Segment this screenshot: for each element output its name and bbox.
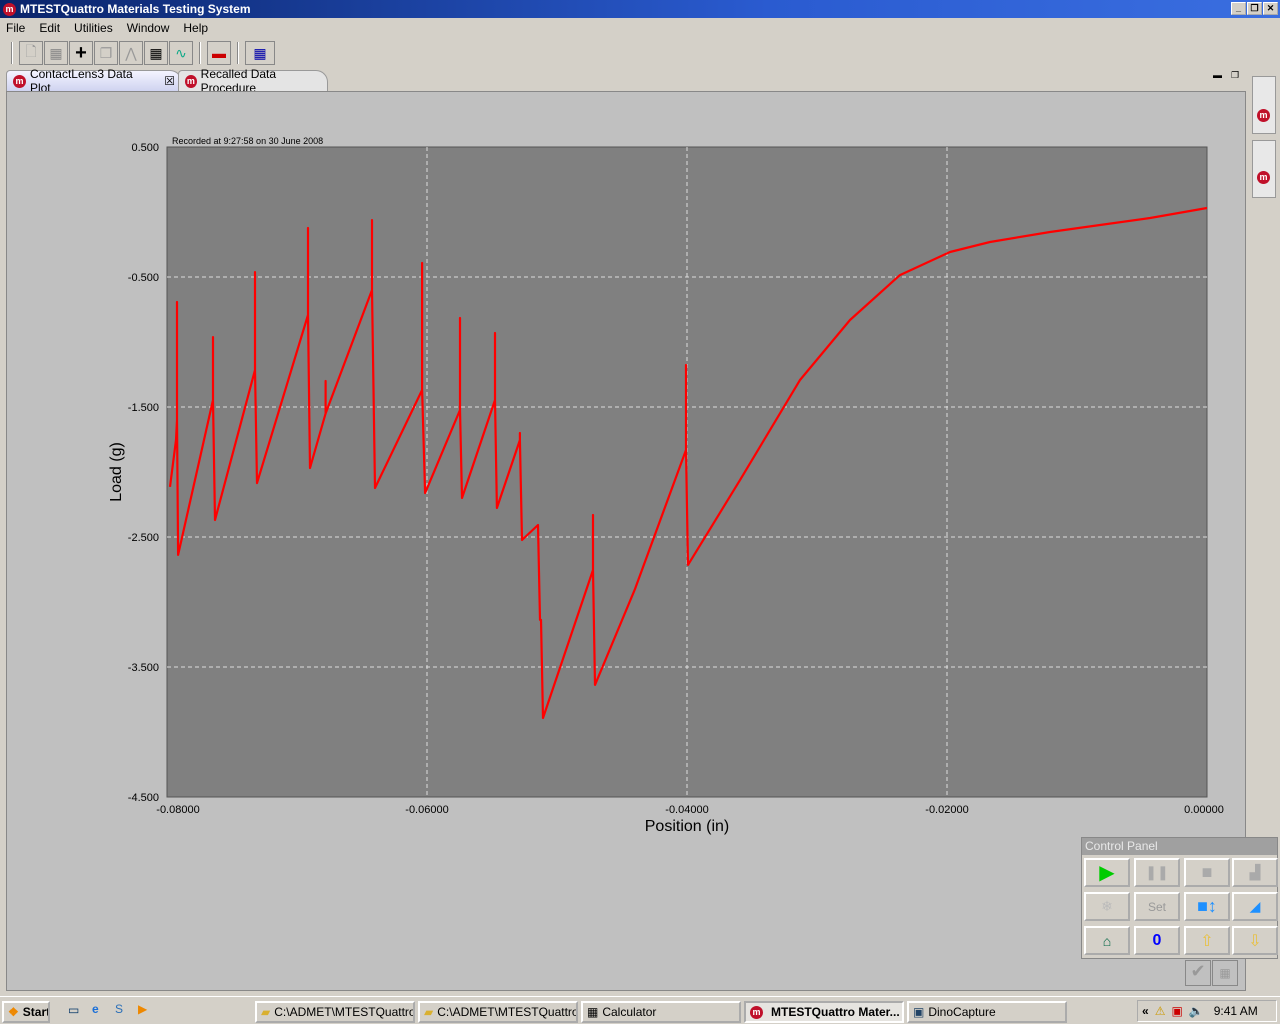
taskbar-item[interactable]: ▰ C:\ADMET\MTESTQuattro (418, 1001, 578, 1023)
y-tick-label: -0.500 (128, 272, 159, 284)
menu-window[interactable]: Window (127, 21, 170, 35)
y-tick-label: -3.500 (128, 662, 159, 674)
menu-file[interactable]: File (6, 21, 25, 35)
table-icon[interactable]: ▦ (144, 41, 168, 65)
control-panel-title: Control Panel (1082, 838, 1277, 855)
minimize-view-button[interactable]: ▬ (1213, 70, 1222, 80)
warning-icon[interactable]: ⚠ (1155, 1004, 1166, 1018)
x-tick-label: -0.02000 (925, 804, 968, 816)
toolbar: 🗋 ▦ + ❐ ⋀ ▦ ∿ ▬ ▦ (6, 38, 275, 68)
display-icon[interactable]: ▬ (207, 41, 231, 65)
menu-edit[interactable]: Edit (39, 21, 60, 35)
browser-icon[interactable]: S (115, 1002, 123, 1016)
app-logo-icon: m (1257, 171, 1270, 184)
calculator-icon: ▦ (587, 1005, 599, 1019)
media-player-icon[interactable]: ▶ (138, 1002, 147, 1016)
x-tick-label: -0.06000 (405, 804, 448, 816)
minimized-view[interactable]: m (1252, 76, 1276, 134)
x-tick-label: -0.08000 (156, 804, 199, 816)
menu-bar: File Edit Utilities Window Help (0, 18, 1280, 38)
y-tick-label: -1.500 (128, 402, 159, 414)
ramp-button[interactable]: ◢ (1232, 892, 1278, 921)
x-tick-label: -0.04000 (665, 804, 708, 816)
recorded-annotation: Recorded at 9:27:58 on 30 June 2008 (172, 136, 323, 146)
app-logo-icon: m (185, 74, 197, 88)
app-logo-icon: m (1257, 109, 1270, 122)
dinocapture-icon: ▣ (913, 1005, 925, 1019)
close-tab-icon[interactable]: ☒ (164, 74, 175, 88)
tab-contactlens3-data-plot[interactable]: m ContactLens3 Data Plot ☒ (6, 67, 182, 95)
new-document-icon[interactable]: 🗋 (19, 41, 43, 65)
set-button[interactable]: Set (1134, 892, 1180, 921)
internet-explorer-icon[interactable]: e (92, 1002, 99, 1016)
control-panel: Control Panel ▶ ❚❚ ■ ▟ ❄ Set ■↕ ◢ ⌂ 0 ⇧ … (1081, 837, 1278, 959)
play-button[interactable]: ▶ (1084, 858, 1130, 887)
minimize-button[interactable]: _ (1231, 2, 1246, 15)
add-icon[interactable]: + (69, 41, 93, 65)
tab-recalled-data-procedure[interactable]: m Recalled Data Procedure (178, 67, 328, 95)
y-tick-label: 0.500 (131, 142, 159, 154)
waveform-icon[interactable]: ∿ (169, 41, 193, 65)
y-tick-label: -4.500 (128, 792, 159, 804)
app-logo-icon: m (3, 2, 16, 16)
system-tray: « ⚠ ▣ 🔈 9:41 AM (1137, 1000, 1277, 1022)
peak-icon[interactable]: ⋀ (119, 41, 143, 65)
app-logo-icon: m (13, 74, 26, 88)
start-button[interactable]: ❖ Start (2, 1001, 50, 1023)
folder-icon: ▰ (261, 1005, 271, 1019)
home-button[interactable]: ⌂ (1084, 926, 1130, 955)
step-button[interactable]: ▟ (1232, 858, 1278, 887)
maximize-view-button[interactable]: ❐ (1231, 70, 1239, 81)
taskbar-item[interactable]: ▦ Calculator (581, 1001, 741, 1023)
freeze-button[interactable]: ❄ (1084, 892, 1130, 921)
network-icon[interactable]: ▣ (1171, 1004, 1182, 1018)
clock: 9:41 AM (1213, 1004, 1258, 1018)
data-plot-chart[interactable]: -0.08000 -0.06000 -0.04000 -0.02000 0.00000 0… (100, 130, 1250, 840)
layout-icon[interactable]: ▦ (245, 41, 275, 65)
menu-utilities[interactable]: Utilities (74, 21, 113, 35)
app-logo-icon: m (750, 1005, 763, 1019)
show-hidden-icons-button[interactable]: « (1142, 1004, 1149, 1018)
taskbar-item[interactable]: ▣ DinoCapture (907, 1001, 1067, 1023)
title-bar: m MTESTQuattro Materials Testing System … (0, 0, 1280, 18)
taskbar-item[interactable]: ▰ C:\ADMET\MTESTQuattro (255, 1001, 415, 1023)
window-title: MTESTQuattro Materials Testing System (20, 2, 251, 16)
resize-button[interactable]: ■↕ (1184, 892, 1230, 921)
zero-button[interactable]: 0 (1134, 926, 1180, 955)
folder-icon: ▰ (424, 1005, 434, 1019)
menu-help[interactable]: Help (183, 21, 208, 35)
accept-icon[interactable]: ✔ (1185, 960, 1211, 986)
jog-down-button[interactable]: ⇩ (1232, 926, 1278, 955)
y-tick-label: -2.500 (128, 532, 159, 544)
tab-bar: m ContactLens3 Data Plot ☒ m Recalled Da… (6, 67, 1246, 95)
close-button[interactable]: ✕ (1263, 2, 1278, 15)
x-tick-label: 0.00000 (1184, 804, 1224, 816)
show-desktop-icon[interactable]: ▭ (68, 1003, 79, 1017)
jog-up-button[interactable]: ⇧ (1184, 926, 1230, 955)
windows-logo-icon: ❖ (8, 1005, 19, 1019)
calculator-icon[interactable]: ▦ (1212, 960, 1238, 986)
restore-button[interactable]: ❐ (1247, 2, 1262, 15)
x-axis-label: Position (in) (645, 818, 729, 835)
copy-icon[interactable]: ❐ (94, 41, 118, 65)
stop-button[interactable]: ■ (1184, 858, 1230, 887)
y-axis-label: Load (g) (108, 442, 125, 502)
taskbar-item-active[interactable]: m MTESTQuattro Mater... (744, 1001, 904, 1023)
taskbar: ❖ Start ▭ e S ▶ ▰ C:\ADMET\MTESTQuattro ▰ C… (0, 996, 1280, 1024)
minimized-view[interactable]: m (1252, 140, 1276, 198)
save-icon[interactable]: ▦ (44, 41, 68, 65)
pause-button[interactable]: ❚❚ (1134, 858, 1180, 887)
volume-icon[interactable]: 🔈 (1189, 1004, 1204, 1018)
